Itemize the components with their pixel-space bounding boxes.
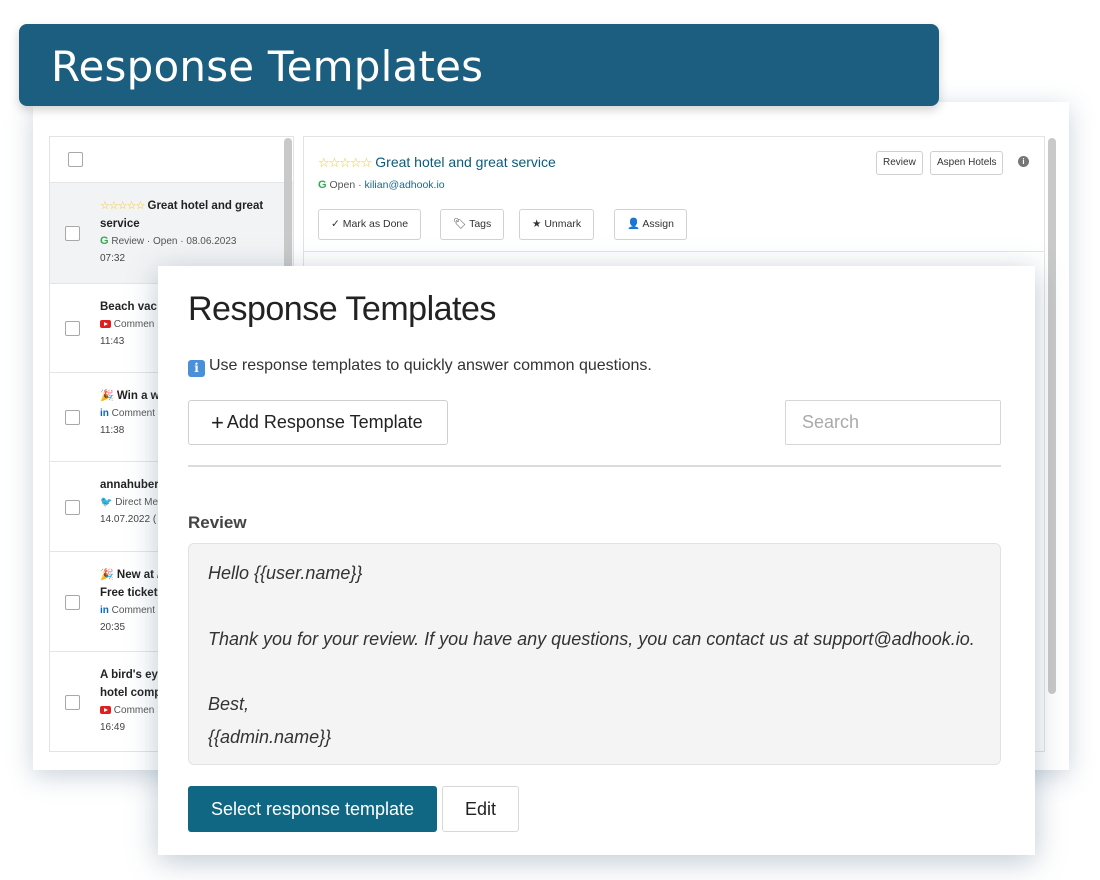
party-emoji-icon: 🎉 (100, 569, 114, 581)
party-emoji-icon: 🎉 (100, 390, 114, 402)
item-checkbox[interactable] (65, 694, 80, 710)
template-preview[interactable]: Hello {{user.name}} Thank you for your r… (188, 543, 1001, 765)
google-icon: G (100, 235, 109, 247)
info-icon[interactable]: i (1018, 156, 1029, 167)
badge-review: Review (876, 151, 923, 175)
template-line: {{admin.name}} (208, 727, 332, 747)
tag-icon: 🏷 (453, 218, 467, 230)
star-icon: ★ (532, 218, 542, 230)
detail-title[interactable]: Great hotel and great service (375, 154, 556, 170)
modal-info-text: Use response templates to quickly answer… (209, 357, 652, 374)
header-banner: Response Templates (19, 24, 939, 106)
detail-email[interactable]: kilian@adhook.io (365, 179, 445, 191)
banner-title: Response Templates (51, 42, 484, 91)
item-title: New at / (116, 569, 161, 581)
template-line: Thank you for your review. If you have a… (208, 629, 975, 649)
item-checkbox[interactable] (65, 499, 80, 515)
item-checkbox[interactable] (65, 226, 80, 241)
search-input[interactable] (785, 400, 1001, 445)
response-templates-modal: Response Templates i Use response templat… (158, 266, 1035, 855)
item-checkbox[interactable] (65, 594, 80, 610)
select-all-checkbox[interactable] (68, 152, 83, 167)
divider (188, 465, 1001, 467)
template-line: Hello {{user.name}} (208, 563, 363, 583)
list-header (50, 137, 293, 183)
detail-scrollbar[interactable] (1048, 138, 1056, 694)
select-response-template-button[interactable]: Select response template (188, 786, 437, 832)
unmark-button[interactable]: ★ Unmark (519, 209, 595, 240)
assign-button[interactable]: 👤 Assign (614, 209, 687, 240)
google-icon: G (318, 179, 327, 191)
plus-icon: + (211, 410, 224, 435)
user-icon: 👤 (627, 218, 641, 230)
linkedin-icon: in (100, 408, 109, 419)
linkedin-icon: in (100, 605, 109, 616)
youtube-icon (100, 320, 111, 329)
tags-button[interactable]: 🏷 Tags (440, 209, 505, 240)
section-label-review: Review (188, 513, 247, 532)
item-title: Win a w (116, 390, 160, 402)
item-time: 07:32 (100, 253, 126, 264)
add-response-template-button[interactable]: + Add Response Template (188, 400, 448, 445)
detail-status: Open (329, 179, 356, 191)
info-icon: i (188, 360, 205, 377)
rating-stars: ☆☆☆☆☆ (318, 155, 372, 170)
twitter-icon: 🐦 (100, 497, 113, 508)
item-checkbox[interactable] (65, 321, 80, 336)
mark-as-done-button[interactable]: ✓ Mark as Done (318, 209, 422, 240)
badge-account: Aspen Hotels (930, 151, 1004, 175)
check-icon: ✓ (331, 218, 340, 230)
edit-button[interactable]: Edit (442, 786, 519, 832)
youtube-icon (100, 706, 111, 715)
template-line: Best, (208, 694, 250, 714)
rating-stars: ☆☆☆☆☆ (100, 200, 145, 212)
item-checkbox[interactable] (65, 410, 80, 425)
modal-title: Response Templates (188, 290, 496, 328)
divider (304, 251, 1044, 252)
